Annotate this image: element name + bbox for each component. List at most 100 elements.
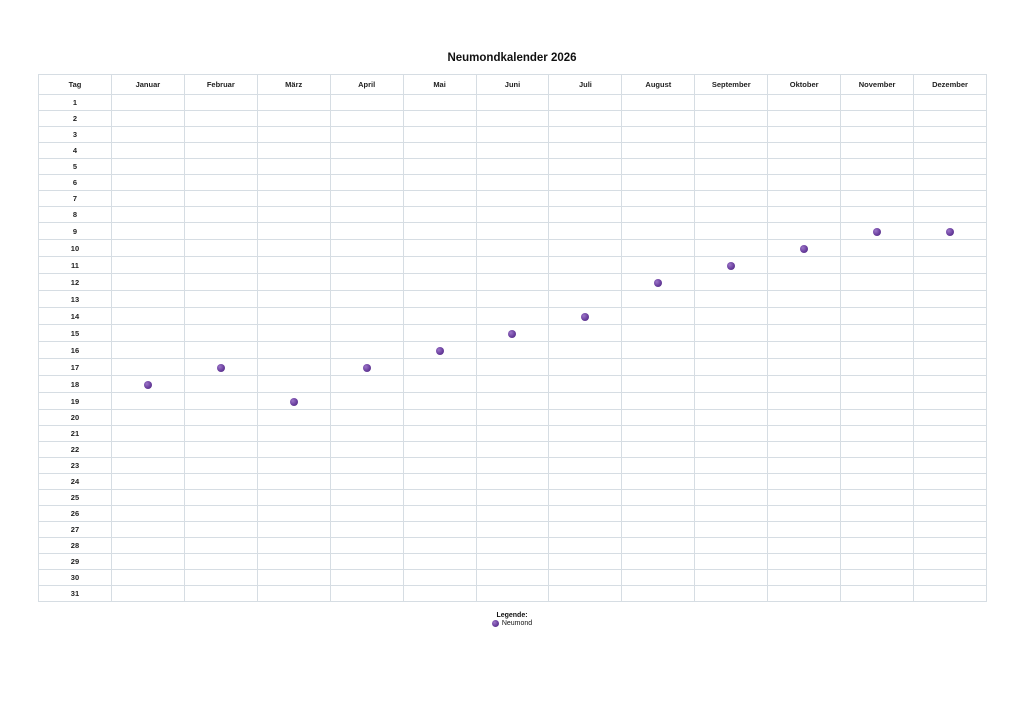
table-row: 18 — [38, 375, 987, 393]
calendar-cell — [183, 190, 258, 207]
calendar-cell — [548, 457, 623, 474]
calendar-cell — [840, 537, 915, 554]
calendar-cell — [767, 457, 842, 474]
calendar-cell — [548, 585, 623, 602]
calendar-cell — [183, 94, 258, 111]
calendar-cell — [548, 239, 623, 257]
calendar-cell — [840, 441, 915, 458]
calendar-cell — [840, 553, 915, 570]
table-row: 30 — [38, 569, 987, 586]
calendar-cell — [110, 307, 185, 325]
day-number-cell: 23 — [38, 457, 112, 474]
calendar-cell — [767, 290, 842, 308]
calendar-cell — [183, 256, 258, 274]
calendar-cell — [475, 256, 550, 274]
calendar-cell — [110, 341, 185, 359]
calendar-cell — [402, 473, 477, 490]
calendar-cell — [256, 392, 331, 410]
calendar-cell — [621, 142, 696, 159]
calendar-cell — [840, 358, 915, 376]
calendar-cell — [256, 358, 331, 376]
month-header-september: September — [694, 74, 769, 95]
calendar-cell — [329, 585, 404, 602]
calendar-cell — [329, 521, 404, 538]
calendar-cell — [110, 473, 185, 490]
calendar-cell — [694, 110, 769, 127]
calendar-cell — [694, 341, 769, 359]
calendar-cell — [402, 290, 477, 308]
calendar-cell — [402, 307, 477, 325]
calendar-cell — [110, 553, 185, 570]
month-header-februar: Februar — [183, 74, 258, 95]
table-row: 26 — [38, 505, 987, 522]
month-header-juni: Juni — [475, 74, 550, 95]
calendar-cell — [548, 110, 623, 127]
day-number-cell: 7 — [38, 190, 112, 207]
day-number-cell: 3 — [38, 126, 112, 143]
calendar-cell — [694, 290, 769, 308]
calendar-cell — [913, 537, 987, 554]
calendar-cell — [402, 441, 477, 458]
table-row: 22 — [38, 441, 987, 458]
calendar-cell — [767, 569, 842, 586]
calendar-cell — [329, 473, 404, 490]
calendar-cell — [475, 142, 550, 159]
calendar-cell — [840, 392, 915, 410]
calendar-cell — [840, 375, 915, 393]
calendar-cell — [402, 375, 477, 393]
calendar-cell — [548, 489, 623, 506]
calendar-cell — [402, 94, 477, 111]
calendar-cell — [621, 409, 696, 426]
new-moon-dot-icon — [491, 620, 499, 627]
calendar-cell — [475, 392, 550, 410]
calendar-cell — [840, 256, 915, 274]
calendar-cell — [183, 521, 258, 538]
calendar-cell — [110, 110, 185, 127]
table-row: 5 — [38, 158, 987, 175]
calendar-cell — [329, 206, 404, 223]
table-row: 20 — [38, 409, 987, 426]
calendar-cell — [767, 441, 842, 458]
calendar-cell — [475, 307, 550, 325]
calendar-cell — [840, 409, 915, 426]
calendar-cell — [548, 158, 623, 175]
calendar-cell — [256, 457, 331, 474]
calendar-cell — [475, 375, 550, 393]
calendar-cell — [621, 341, 696, 359]
calendar-cell — [913, 392, 987, 410]
calendar-cell — [110, 409, 185, 426]
calendar-cell — [475, 358, 550, 376]
calendar-cell — [402, 206, 477, 223]
calendar-cell — [694, 569, 769, 586]
calendar-cell — [475, 324, 550, 342]
calendar-cell — [840, 489, 915, 506]
calendar-cell — [183, 273, 258, 291]
calendar-cell — [694, 94, 769, 111]
day-number-cell: 30 — [38, 569, 112, 586]
calendar-cell — [621, 553, 696, 570]
calendar-cell — [694, 324, 769, 342]
calendar-cell — [621, 239, 696, 257]
calendar-cell — [256, 537, 331, 554]
calendar-cell — [913, 94, 987, 111]
calendar-cell — [183, 126, 258, 143]
calendar-cell — [256, 256, 331, 274]
calendar-cell — [329, 94, 404, 111]
calendar-cell — [694, 142, 769, 159]
new-moon-calendar-table: Tag Januar Februar März April Mai Juni J… — [38, 74, 987, 602]
calendar-cell — [256, 290, 331, 308]
calendar-cell — [840, 174, 915, 191]
table-row: 12 — [38, 273, 987, 291]
calendar-cell — [475, 489, 550, 506]
day-number-cell: 19 — [38, 392, 112, 410]
table-row: 31 — [38, 585, 987, 602]
calendar-cell — [840, 126, 915, 143]
calendar-cell — [621, 290, 696, 308]
day-number-cell: 12 — [38, 273, 112, 291]
calendar-cell — [548, 94, 623, 111]
calendar-cell — [402, 457, 477, 474]
calendar-cell — [548, 375, 623, 393]
calendar-cell — [694, 158, 769, 175]
calendar-cell — [767, 392, 842, 410]
calendar-cell — [767, 307, 842, 325]
